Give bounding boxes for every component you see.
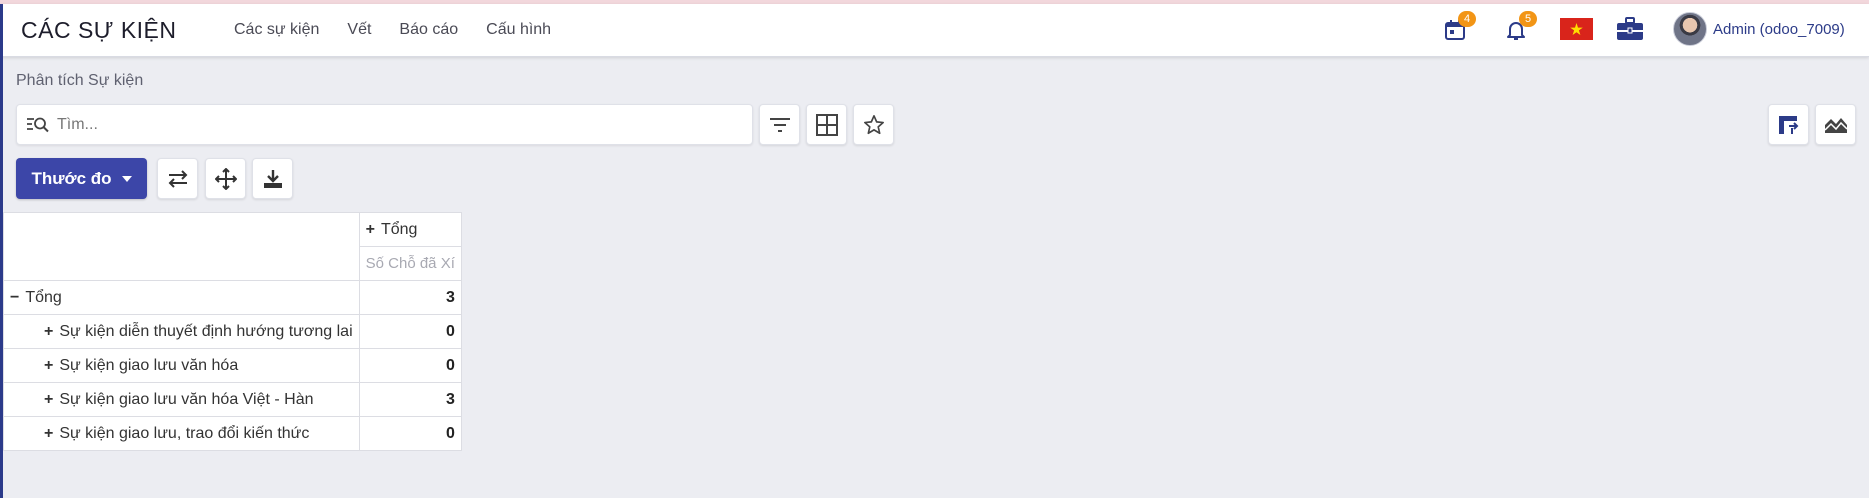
plus-icon: + xyxy=(365,220,375,238)
plus-icon: + xyxy=(44,390,54,408)
menu-item-config[interactable]: Cấu hình xyxy=(486,21,551,39)
user-menu[interactable]: Admin (odoo_7009) xyxy=(1673,12,1845,46)
flip-axis-button[interactable] xyxy=(157,158,198,199)
menu-item-events[interactable]: Các sự kiện xyxy=(234,21,319,39)
row-label: Sự kiện diễn thuyết định hướng tương lai xyxy=(59,322,353,340)
measures-label: Thước đo xyxy=(31,168,112,188)
bell-badge: 5 xyxy=(1519,11,1537,27)
table-row: + Sự kiện giao lưu, trao đổi kiến thức 0 xyxy=(3,416,462,451)
row-label: Sự kiện giao lưu, trao đổi kiến thức xyxy=(59,424,310,442)
apps-button[interactable] xyxy=(1615,14,1645,44)
plus-icon: + xyxy=(44,322,54,340)
col-header-label: Tổng xyxy=(380,220,418,238)
pivot-view-button[interactable] xyxy=(1768,104,1809,145)
pivot-row-header[interactable]: + Sự kiện giao lưu văn hóa Việt - Hàn xyxy=(3,382,360,417)
plus-icon: + xyxy=(44,424,54,442)
grid-icon xyxy=(815,113,838,136)
expand-all-button[interactable] xyxy=(205,158,246,199)
pivot-row-header[interactable]: + Sự kiện giao lưu văn hóa xyxy=(3,348,360,383)
pivot-cell-value: 0 xyxy=(358,348,462,383)
table-row: + Sự kiện diễn thuyết định hướng tương la… xyxy=(3,314,462,349)
language-button[interactable] xyxy=(1560,18,1593,40)
search-box[interactable] xyxy=(16,104,753,145)
search-input[interactable] xyxy=(57,111,737,139)
calendar-badge: 4 xyxy=(1458,11,1476,27)
favorites-button[interactable] xyxy=(853,104,894,145)
navbar: CÁC SỰ KIỆN Các sự kiện Vết Báo cáo Cấu … xyxy=(0,4,1869,57)
graph-view-button[interactable] xyxy=(1815,104,1856,145)
pivot-cell-value: 0 xyxy=(358,314,462,349)
graph-view-icon xyxy=(1823,117,1848,133)
pivot-row-header[interactable]: + Sự kiện diễn thuyết định hướng tương la… xyxy=(3,314,360,349)
pivot-header-row: + Tổng xyxy=(3,212,462,281)
row-label: Sự kiện giao lưu văn hóa xyxy=(59,356,239,374)
calendar-button[interactable]: 4 xyxy=(1441,11,1476,44)
menu-item-reports[interactable]: Báo cáo xyxy=(399,21,458,39)
download-icon xyxy=(263,169,282,188)
avatar xyxy=(1673,12,1707,46)
total-label: Tổng xyxy=(25,288,62,306)
pivot-row-total-header[interactable]: − Tổng xyxy=(3,280,360,315)
pivot-cell-value: 3 xyxy=(358,382,462,417)
search-icon xyxy=(27,117,49,133)
pivot-table: + Tổng Số Chỗ đã Xí − Tổng 3 + Sự kiện diễn… xyxy=(3,212,462,451)
pivot-col-header[interactable]: + Tổng xyxy=(358,212,462,247)
caret-down-icon xyxy=(121,175,132,182)
app-title[interactable]: CÁC SỰ KIỆN xyxy=(21,17,177,44)
table-row: + Sự kiện giao lưu văn hóa 0 xyxy=(3,348,462,383)
table-row: + Sự kiện giao lưu văn hóa Việt - Hàn 3 xyxy=(3,382,462,417)
minus-icon: − xyxy=(10,288,20,306)
pivot-total-row: − Tổng 3 xyxy=(3,280,462,315)
vietnam-flag-icon xyxy=(1560,18,1593,40)
measures-button[interactable]: Thước đo xyxy=(16,158,147,199)
filter-button[interactable] xyxy=(759,104,800,145)
menu-item-traces[interactable]: Vết xyxy=(347,21,371,39)
user-name: Admin (odoo_7009) xyxy=(1713,20,1845,38)
row-label: Sự kiện giao lưu văn hóa Việt - Hàn xyxy=(59,390,314,408)
briefcase-icon xyxy=(1617,17,1643,40)
pivot-row-header[interactable]: + Sự kiện giao lưu, trao đổi kiến thức xyxy=(3,416,360,451)
pivot-total-value: 3 xyxy=(358,280,462,315)
pivot-view-icon xyxy=(1778,115,1798,134)
filter-icon xyxy=(769,117,790,132)
flip-axis-icon xyxy=(168,169,187,188)
breadcrumb: Phân tích Sự kiện xyxy=(16,72,144,89)
notifications-button[interactable]: 5 xyxy=(1502,11,1537,44)
pivot-measure-header[interactable]: Số Chỗ đã Xí xyxy=(358,246,462,281)
groupby-button[interactable] xyxy=(806,104,847,145)
plus-icon: + xyxy=(44,356,54,374)
pivot-corner-cell xyxy=(3,212,360,281)
pivot-cell-value: 0 xyxy=(358,416,462,451)
download-button[interactable] xyxy=(252,158,293,199)
expand-icon xyxy=(214,167,237,190)
star-icon xyxy=(863,114,884,134)
main-menu: Các sự kiện Vết Báo cáo Cấu hình xyxy=(234,21,579,39)
